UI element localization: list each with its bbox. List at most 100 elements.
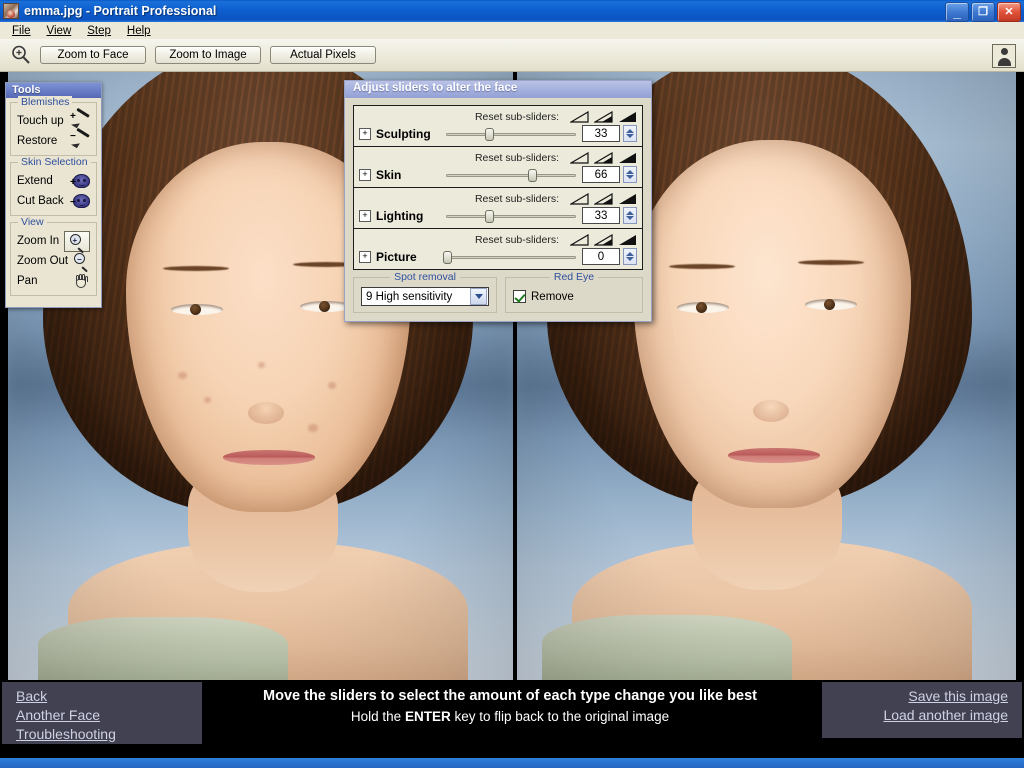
slider-track-sculpting[interactable] — [446, 126, 576, 142]
menu-file-label: File — [12, 24, 31, 37]
left-eyebrow — [163, 266, 229, 271]
spinner-skin[interactable] — [623, 166, 637, 183]
zoom-to-face-button[interactable]: Zoom to Face — [40, 46, 146, 64]
slider-track-lighting[interactable] — [446, 208, 576, 224]
another-face-link[interactable]: Another Face — [16, 707, 202, 723]
spot-removal-dropdown[interactable]: 9 High sensitivity — [361, 287, 489, 306]
ramp-low-icon[interactable] — [570, 151, 589, 164]
expand-picture-button[interactable]: + — [359, 250, 371, 263]
ramp-medium-icon[interactable] — [594, 151, 613, 164]
ramp-medium-icon[interactable] — [594, 192, 613, 205]
reset-subsliders-row: Reset sub-sliders: — [359, 232, 637, 247]
tool-cut-back[interactable]: Cut Back − — [15, 191, 92, 211]
spinner-sculpting[interactable] — [623, 125, 637, 142]
slider-value-sculpting[interactable]: 33 — [582, 125, 620, 142]
slider-thumb-picture[interactable] — [443, 250, 453, 264]
slider-rail — [446, 255, 576, 259]
ramp-high-icon[interactable] — [618, 152, 637, 164]
person-head-shape — [1000, 48, 1008, 55]
ramp-low-icon[interactable] — [570, 110, 589, 123]
tool-pan-label: Pan — [17, 275, 38, 287]
menu-item-help[interactable]: Help — [119, 24, 159, 38]
enter-key-label: ENTER — [404, 709, 451, 724]
load-another-image-link[interactable]: Load another image — [822, 707, 1008, 723]
ramp-low-icon[interactable] — [570, 233, 589, 246]
minimize-button[interactable]: _ — [945, 2, 969, 22]
plus-sign: + — [70, 177, 76, 188]
lips-shape — [728, 448, 820, 463]
slider-value-lighting[interactable]: 33 — [582, 207, 620, 224]
slider-value-skin[interactable]: 66 — [582, 166, 620, 183]
spinner-lighting[interactable] — [623, 207, 637, 224]
tool-extend[interactable]: Extend + — [15, 171, 92, 191]
spinner-picture[interactable] — [623, 248, 637, 265]
mask-minus-icon: − — [70, 193, 90, 209]
bottom-right-links: Save this image Load another image — [822, 682, 1022, 738]
slider-thumb-lighting[interactable] — [484, 209, 494, 223]
expand-skin-button[interactable]: + — [359, 168, 371, 181]
tool-extend-label: Extend — [17, 175, 53, 187]
instruction-pre: Hold the — [350, 709, 405, 724]
slider-control-row: + Picture 0 — [359, 248, 637, 265]
instruction-post: key to flip back to the original image — [450, 709, 670, 724]
magnifier-plus-icon: + — [64, 230, 90, 253]
reset-subsliders-label: Reset sub-sliders: — [474, 151, 559, 164]
menu-item-step[interactable]: Step — [79, 24, 119, 38]
toolbar: Zoom to Face Zoom to Image Actual Pixels — [0, 39, 1024, 72]
ramp-medium-icon[interactable] — [594, 110, 613, 123]
red-eye-checkbox[interactable] — [513, 290, 526, 303]
menu-item-file[interactable]: File — [4, 24, 39, 38]
expand-sculpting-button[interactable]: + — [359, 127, 371, 140]
lips-shape — [223, 450, 315, 465]
slider-rail — [446, 214, 576, 218]
clothing-shape — [38, 617, 288, 680]
expand-lighting-button[interactable]: + — [359, 209, 371, 222]
blemish-spot — [328, 382, 336, 389]
tool-pan[interactable]: Pan — [15, 271, 92, 291]
slider-row-picture: Reset sub-sliders: + Picture 0 — [354, 229, 642, 269]
tool-touch-up[interactable]: Touch up + — [15, 107, 92, 131]
slider-track-picture[interactable] — [443, 249, 576, 265]
tool-restore[interactable]: Restore − — [15, 127, 92, 151]
window-title: emma.jpg - Portrait Professional — [24, 4, 217, 18]
slider-thumb-sculpting[interactable] — [484, 127, 494, 141]
minus-sign: − — [70, 197, 76, 208]
reset-subsliders-row: Reset sub-sliders: — [359, 150, 637, 165]
reset-subsliders-label: Reset sub-sliders: — [474, 233, 559, 246]
troubleshooting-link[interactable]: Troubleshooting — [16, 726, 202, 742]
tool-zoom-in[interactable]: Zoom In + — [15, 230, 92, 253]
clothing-shape — [542, 615, 792, 680]
reset-subsliders-row: Reset sub-sliders: — [359, 191, 637, 206]
tool-zoom-out[interactable]: Zoom Out − — [15, 251, 92, 273]
tools-group-view: View Zoom In + Zoom Out − Pan — [10, 216, 97, 296]
slider-value-picture[interactable]: 0 — [582, 248, 620, 265]
actual-pixels-button[interactable]: Actual Pixels — [270, 46, 376, 64]
save-this-image-link[interactable]: Save this image — [822, 688, 1008, 704]
left-iris — [696, 302, 707, 313]
brush-minus-icon: − — [70, 127, 90, 149]
back-link[interactable]: Back — [16, 688, 202, 704]
ramp-high-icon[interactable] — [618, 193, 637, 205]
restore-button[interactable]: ❐ — [971, 2, 995, 22]
magnifier-icon — [10, 44, 32, 66]
ramp-medium-icon[interactable] — [594, 233, 613, 246]
menu-item-view[interactable]: View — [39, 24, 80, 38]
right-iris — [824, 299, 835, 310]
ramp-high-icon[interactable] — [618, 234, 637, 246]
spot-removal-group: Spot removal 9 High sensitivity — [353, 271, 497, 313]
ramp-high-icon[interactable] — [618, 111, 637, 123]
close-button[interactable]: ✕ — [997, 2, 1021, 22]
chevron-down-icon[interactable] — [470, 288, 487, 305]
blemish-spot — [178, 372, 187, 379]
zoom-to-image-button[interactable]: Zoom to Image — [155, 46, 261, 64]
slider-thumb-skin[interactable] — [527, 168, 537, 182]
ramp-low-icon[interactable] — [570, 192, 589, 205]
slider-track-skin[interactable] — [446, 167, 576, 183]
menu-view-label: View — [46, 24, 72, 37]
dialog-body: Reset sub-sliders: + Sculpting 33 Reset … — [345, 98, 651, 321]
plus-sign: + — [70, 111, 76, 122]
red-eye-remove-row[interactable]: Remove — [513, 287, 635, 306]
portrait-person-icon[interactable] — [992, 44, 1016, 68]
slider-control-row: + Skin 66 — [359, 166, 637, 183]
slider-rail — [446, 173, 576, 177]
